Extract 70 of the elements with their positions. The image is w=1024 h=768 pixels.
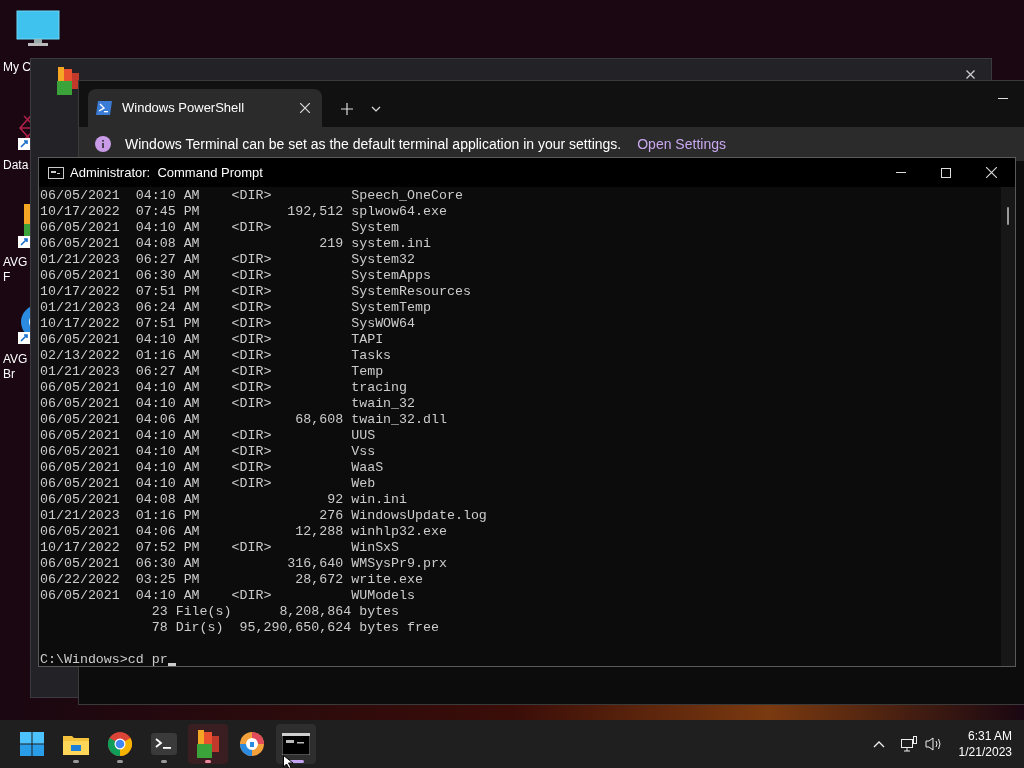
windows-logo-icon	[20, 732, 44, 756]
plus-icon[interactable]	[341, 103, 353, 115]
console-line: 06/05/2021 06:30 AM 316,640 WMSysPr9.prx	[40, 556, 447, 572]
cursor-icon	[283, 755, 295, 768]
console-line: 10/17/2022 07:52 PM <DIR> WinSxS	[40, 540, 400, 556]
close-icon[interactable]	[966, 70, 975, 79]
info-icon	[95, 136, 111, 152]
network-icon[interactable]	[900, 736, 917, 752]
console-line: 10/17/2022 07:51 PM <DIR> SystemResources	[40, 284, 471, 300]
console-line: 06/05/2021 04:10 AM <DIR> UUS	[40, 428, 376, 444]
console-line: 06/22/2022 03:25 PM 28,672 write.exe	[40, 572, 423, 588]
open-settings-link[interactable]: Open Settings	[637, 133, 726, 155]
folder-icon	[63, 733, 89, 755]
icon-label: F	[2, 270, 11, 285]
minimize-icon[interactable]	[998, 98, 1008, 100]
console-line: 78 Dir(s) 95,290,650,624 bytes free	[150, 620, 439, 636]
close-icon[interactable]	[986, 167, 997, 178]
console-line: 10/17/2022 07:51 PM <DIR> SysWOW64	[40, 316, 416, 332]
powershell-icon	[96, 101, 112, 115]
console-line: 23 File(s) 8,208,864 bytes	[150, 604, 400, 620]
icon-label: My C	[2, 60, 31, 75]
console-line: 06/05/2021 04:10 AM <DIR> WUModels	[40, 588, 416, 604]
avg-logo-icon	[195, 730, 221, 758]
icon-label: Data	[2, 158, 29, 173]
clock-time[interactable]: 6:31 AM	[967, 728, 1012, 744]
console-line: 10/17/2022 07:45 PM 192,512 splwow64.exe	[40, 204, 447, 220]
console-line: 01/21/2023 06:24 AM <DIR> SystemTemp	[40, 300, 431, 316]
browser-logo-icon	[240, 732, 264, 756]
console-line: 06/05/2021 04:10 AM <DIR> twain_32	[40, 396, 416, 412]
taskbar-button[interactable]	[276, 724, 316, 764]
console-line: 06/05/2021 04:10 AM <DIR> WaaS	[40, 460, 384, 476]
console-line: 06/05/2021 04:08 AM 219 system.ini	[40, 236, 431, 252]
monitor-icon	[16, 10, 60, 48]
console-line: 01/21/2023 01:16 PM 276 WindowsUpdate.log	[40, 508, 487, 524]
info-message: Windows Terminal can be set as the default terminal application in your settings.	[125, 134, 622, 154]
console-line: 06/05/2021 04:10 AM <DIR> tracing	[40, 380, 408, 396]
console-line: 06/05/2021 06:30 AM <DIR> SystemApps	[40, 268, 431, 284]
close-icon[interactable]	[300, 103, 310, 113]
console-line: 06/05/2021 04:10 AM <DIR> TAPI	[40, 332, 384, 348]
icon-label: AVG	[2, 255, 28, 270]
chevron-up-icon[interactable]	[872, 740, 885, 748]
console-line: 06/05/2021 04:06 AM 12,288 winhlp32.exe	[40, 524, 447, 540]
icon-label: AVG	[2, 352, 28, 367]
console-line: 06/05/2021 04:10 AM <DIR> Vss	[40, 444, 376, 460]
console-line: 06/05/2021 04:06 AM 68,608 twain_32.dll	[40, 412, 447, 428]
clock-date[interactable]: 1/21/2023	[958, 744, 1012, 760]
console-line: 01/21/2023 06:27 AM <DIR> System32	[40, 252, 416, 268]
avg-logo-icon	[55, 67, 81, 95]
command-prompt-icon	[48, 166, 64, 179]
terminal-icon	[151, 733, 177, 755]
command-prompt-icon	[282, 733, 310, 755]
console-line: 06/05/2021 04:10 AM <DIR> Speech_OneCore	[40, 188, 463, 204]
text-cursor	[167, 663, 176, 666]
console-line: 01/21/2023 06:27 AM <DIR> Temp	[40, 364, 384, 380]
chrome-icon	[108, 732, 132, 756]
taskbar-button[interactable]	[188, 724, 228, 764]
minimize-icon[interactable]	[896, 171, 906, 174]
console-line: 02/13/2022 01:16 AM <DIR> Tasks	[40, 348, 392, 364]
console-line: 06/05/2021 04:08 AM 92 win.ini	[40, 492, 408, 508]
scrollbar[interactable]	[1001, 187, 1015, 666]
window-title: Administrator: Command Prompt	[70, 163, 263, 182]
console-line: 06/05/2021 04:10 AM <DIR> System	[40, 220, 400, 236]
volume-icon[interactable]	[924, 736, 943, 752]
console-line: 06/05/2021 04:10 AM <DIR> Web	[40, 476, 376, 492]
tab-title: Windows PowerShell	[122, 99, 245, 118]
command-prompt-line: C:\Windows>cd pr	[40, 652, 168, 668]
icon-label: Br	[2, 367, 15, 382]
tab[interactable]: Windows PowerShell	[88, 89, 322, 127]
chevron-down-icon[interactable]	[371, 106, 381, 112]
maximize-icon[interactable]	[941, 167, 951, 178]
